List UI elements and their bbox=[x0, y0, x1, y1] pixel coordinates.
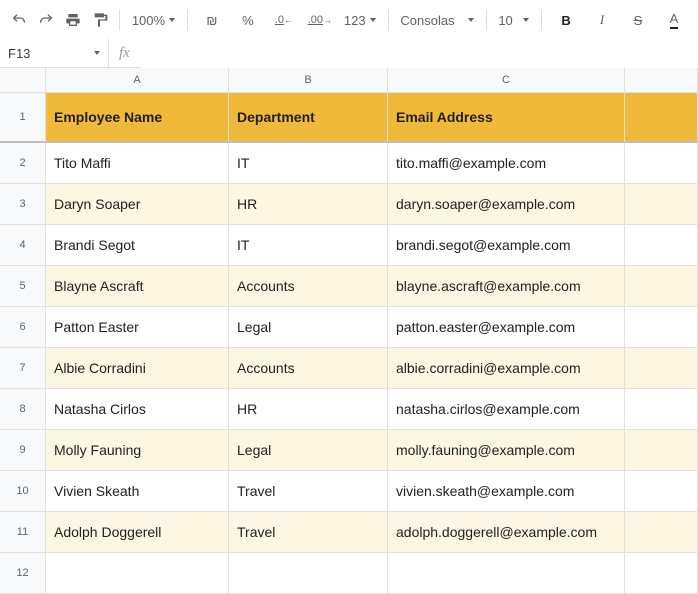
cell[interactable]: Accounts bbox=[229, 266, 388, 307]
col-header-a[interactable]: A bbox=[46, 68, 229, 93]
cell[interactable]: Email Address bbox=[388, 93, 625, 143]
percent-button[interactable]: % bbox=[232, 7, 264, 33]
undo-button[interactable] bbox=[8, 7, 31, 33]
italic-button[interactable]: I bbox=[586, 7, 618, 33]
zoom-combo[interactable]: 100% bbox=[128, 7, 179, 33]
cell[interactable]: brandi.segot@example.com bbox=[388, 225, 625, 266]
cell[interactable]: adolph.doggerell@example.com bbox=[388, 512, 625, 553]
row-header[interactable]: 10 bbox=[0, 471, 46, 512]
cell[interactable]: HR bbox=[229, 184, 388, 225]
col-header-c[interactable]: C bbox=[388, 68, 625, 93]
cell[interactable]: Legal bbox=[229, 430, 388, 471]
increase-decimal-button[interactable]: .00 → bbox=[304, 7, 336, 33]
fx-icon: fx bbox=[109, 45, 140, 62]
cell[interactable]: Albie Corradini bbox=[46, 348, 229, 389]
cell[interactable]: HR bbox=[229, 389, 388, 430]
cell[interactable] bbox=[625, 266, 698, 307]
col-header-b[interactable]: B bbox=[229, 68, 388, 93]
cell[interactable]: Patton Easter bbox=[46, 307, 229, 348]
cell[interactable]: Molly Fauning bbox=[46, 430, 229, 471]
cell[interactable]: molly.fauning@example.com bbox=[388, 430, 625, 471]
cell[interactable]: tito.maffi@example.com bbox=[388, 143, 625, 184]
cell[interactable] bbox=[625, 512, 698, 553]
row-header[interactable]: 2 bbox=[0, 143, 46, 184]
cell[interactable] bbox=[625, 93, 698, 143]
chevron-down-icon bbox=[468, 18, 474, 22]
select-all-corner[interactable] bbox=[0, 68, 46, 93]
row-header[interactable]: 6 bbox=[0, 307, 46, 348]
bold-button[interactable]: B bbox=[550, 7, 582, 33]
cell[interactable]: patton.easter@example.com bbox=[388, 307, 625, 348]
cell[interactable]: Brandi Segot bbox=[46, 225, 229, 266]
cell[interactable] bbox=[625, 553, 698, 594]
cell[interactable]: Department bbox=[229, 93, 388, 143]
currency-button[interactable]: ₪ bbox=[196, 7, 228, 33]
cell[interactable]: natasha.cirlos@example.com bbox=[388, 389, 625, 430]
text-color-button[interactable]: A bbox=[658, 7, 690, 33]
separator bbox=[541, 10, 542, 30]
cell[interactable]: Vivien Skeath bbox=[46, 471, 229, 512]
cell[interactable] bbox=[625, 389, 698, 430]
separator bbox=[187, 10, 188, 30]
toolbar: 100% ₪ % .0 ← .00 → 123 Consolas 10 B I … bbox=[0, 0, 698, 39]
cell[interactable]: blayne.ascraft@example.com bbox=[388, 266, 625, 307]
font-combo[interactable]: Consolas bbox=[396, 7, 477, 33]
cell[interactable] bbox=[625, 307, 698, 348]
print-button[interactable] bbox=[62, 7, 85, 33]
cell[interactable] bbox=[625, 348, 698, 389]
cell[interactable]: daryn.soaper@example.com bbox=[388, 184, 625, 225]
cell[interactable]: Adolph Doggerell bbox=[46, 512, 229, 553]
row-header[interactable]: 12 bbox=[0, 553, 46, 594]
formula-bar-row: F13 fx bbox=[0, 39, 698, 68]
redo-button[interactable] bbox=[35, 7, 58, 33]
decrease-decimal-button[interactable]: .0 ← bbox=[268, 7, 300, 33]
cell[interactable]: IT bbox=[229, 225, 388, 266]
cell[interactable] bbox=[625, 430, 698, 471]
cell[interactable] bbox=[625, 143, 698, 184]
cell[interactable]: IT bbox=[229, 143, 388, 184]
separator bbox=[119, 10, 120, 30]
cell[interactable]: albie.corradini@example.com bbox=[388, 348, 625, 389]
spreadsheet-grid[interactable]: A B C 1 Employee Name Department Email A… bbox=[0, 68, 698, 594]
formula-input[interactable] bbox=[140, 38, 698, 68]
separator bbox=[388, 10, 389, 30]
cell[interactable]: Natasha Cirlos bbox=[46, 389, 229, 430]
cell[interactable] bbox=[625, 225, 698, 266]
cell[interactable]: Employee Name bbox=[46, 93, 229, 143]
cell[interactable] bbox=[229, 553, 388, 594]
cell[interactable]: Travel bbox=[229, 471, 388, 512]
col-header-d[interactable] bbox=[625, 68, 698, 93]
row-header[interactable]: 8 bbox=[0, 389, 46, 430]
separator bbox=[486, 10, 487, 30]
paint-format-button[interactable] bbox=[88, 7, 111, 33]
cell[interactable]: Legal bbox=[229, 307, 388, 348]
row-header[interactable]: 9 bbox=[0, 430, 46, 471]
zoom-value: 100% bbox=[132, 13, 165, 28]
row-header[interactable]: 5 bbox=[0, 266, 46, 307]
row-header[interactable]: 7 bbox=[0, 348, 46, 389]
more-formats-combo[interactable]: 123 bbox=[340, 7, 380, 33]
cell[interactable]: Blayne Ascraft bbox=[46, 266, 229, 307]
chevron-down-icon bbox=[94, 51, 100, 55]
cell[interactable]: Accounts bbox=[229, 348, 388, 389]
chevron-down-icon bbox=[370, 18, 376, 22]
row-header[interactable]: 4 bbox=[0, 225, 46, 266]
cell[interactable]: Travel bbox=[229, 512, 388, 553]
strike-button[interactable]: S bbox=[622, 7, 654, 33]
chevron-down-icon bbox=[523, 18, 529, 22]
name-box[interactable]: F13 bbox=[0, 39, 109, 67]
row-header[interactable]: 1 bbox=[0, 93, 46, 143]
cell[interactable]: Tito Maffi bbox=[46, 143, 229, 184]
cell[interactable] bbox=[46, 553, 229, 594]
cell[interactable] bbox=[625, 184, 698, 225]
cell[interactable] bbox=[388, 553, 625, 594]
cell[interactable]: Daryn Soaper bbox=[46, 184, 229, 225]
chevron-down-icon bbox=[169, 18, 175, 22]
font-size-combo[interactable]: 10 bbox=[494, 7, 533, 33]
cell[interactable]: vivien.skeath@example.com bbox=[388, 471, 625, 512]
row-header[interactable]: 3 bbox=[0, 184, 46, 225]
cell[interactable] bbox=[625, 471, 698, 512]
row-header[interactable]: 11 bbox=[0, 512, 46, 553]
